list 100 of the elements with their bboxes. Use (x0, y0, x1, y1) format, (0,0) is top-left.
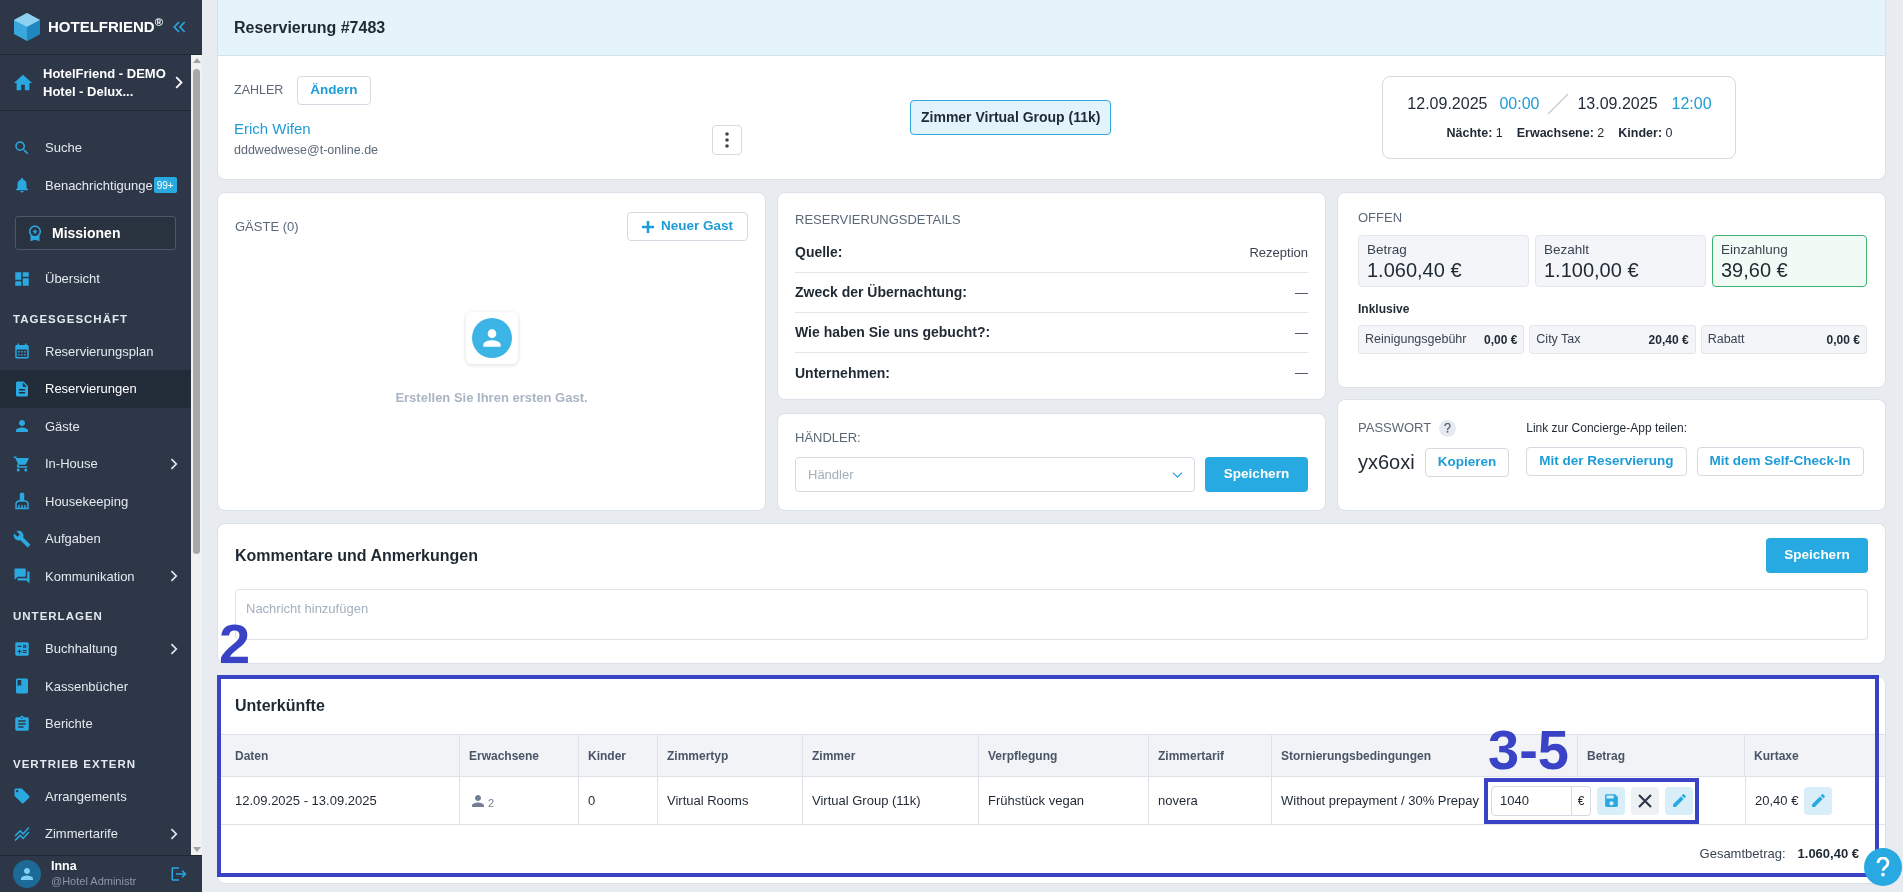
reservation-title: Reservierung #7483 (234, 17, 386, 38)
calculator-icon (13, 639, 31, 658)
notification-count: 99+ (153, 177, 177, 194)
question-mark-icon (1876, 857, 1890, 877)
amount-input[interactable]: 1040 (1491, 785, 1572, 816)
sidebar-item[interactable]: Arrangements (0, 777, 191, 815)
empty-state-text: Erstellen Sie Ihren ersten Gast. (395, 389, 588, 407)
plus-icon (641, 220, 654, 233)
password-value: yx6oxi (1358, 450, 1415, 475)
table-header-cell: Zimmertyp (658, 735, 803, 776)
sidebar-item[interactable]: Buchhaltung (0, 630, 191, 668)
section-heading: TAGESGESCHÄFT (12, 311, 129, 327)
sidebar-item[interactable]: Suche (0, 129, 191, 167)
scroll-down-icon[interactable] (192, 847, 201, 852)
sidebar-item[interactable]: Gäste (0, 407, 191, 445)
adults-count: 2 (488, 795, 495, 811)
amount-value: 39,60 € (1721, 257, 1789, 282)
dealer-label: HÄNDLER: (795, 430, 862, 446)
table-cell: Virtual Group (11k) (803, 777, 979, 824)
amount-value: 1.060,40 € (1367, 257, 1463, 282)
cancel-button[interactable] (1631, 786, 1659, 815)
sidebar-item[interactable]: Benachrichtigunge 99+ (0, 166, 191, 204)
chat-icon (13, 567, 31, 586)
chevron-right-icon (170, 570, 178, 583)
table-cell: Frühstück vegan (979, 777, 1149, 824)
sidebar-item[interactable]: In-House (0, 445, 191, 483)
table-header-cell: Erwachsene (460, 735, 579, 776)
chevron-right-icon (170, 827, 178, 840)
table-header-cell: Zimmer (803, 735, 979, 776)
help-icon[interactable] (1439, 419, 1457, 437)
bell-icon (13, 176, 31, 195)
save-button[interactable] (1597, 786, 1625, 815)
more-button[interactable] (712, 125, 742, 156)
amount-label: Betrag (1367, 240, 1408, 258)
total-value: 1.060,40 € (1797, 845, 1859, 864)
table-header-cell: Zimmertarif (1149, 735, 1272, 776)
currency-suffix: € (1572, 785, 1591, 816)
chart-icon (13, 824, 31, 843)
dashboard-icon (13, 269, 31, 288)
detail-label: Wie haben Sie uns gebucht?: (795, 323, 991, 342)
table-cell: 0 (579, 777, 658, 824)
fee-label: Reinigungsgebühr (1365, 331, 1467, 349)
detail-label: Unternehmen: (795, 363, 890, 383)
sidebar-item[interactable]: Aufgaben (0, 520, 191, 558)
guests-title: GÄSTE (0) (235, 217, 299, 236)
edit-button[interactable] (1804, 786, 1833, 815)
fee-label: City Tax (1536, 331, 1581, 349)
scrollbar[interactable] (191, 55, 202, 855)
save-icon (1602, 792, 1620, 809)
table-cell-text: Without prepayment / 30% Prepay (1280, 791, 1480, 810)
scrollbar-thumb[interactable] (193, 69, 200, 554)
table-header-cell: Verpflegung (979, 735, 1149, 776)
edit-button[interactable] (1665, 786, 1693, 815)
pencil-icon (1809, 792, 1827, 809)
amount-label: Einzahlung (1721, 240, 1789, 258)
chevron-right-icon (170, 642, 178, 655)
payer-label: ZAHLER (234, 81, 284, 99)
table-cell: novera (1149, 777, 1272, 824)
sidebar-item[interactable]: Kommunikation (0, 557, 191, 595)
search-icon (13, 138, 31, 157)
sidebar-item[interactable]: Berichte (0, 705, 191, 743)
cart-icon (13, 454, 31, 473)
book-icon (13, 677, 31, 696)
detail-label: Zweck der Übernachtung: (795, 283, 967, 302)
annotation-number: 3-5 (1488, 725, 1569, 774)
included-label: Inklusive (1358, 301, 1411, 317)
chevron-down-icon (1172, 471, 1183, 478)
stay-stat: Erwachsene: 2 (1516, 125, 1605, 143)
brand-name: HOTELFRIEND$^{®}$ (48, 15, 163, 37)
logout-icon[interactable] (170, 865, 188, 883)
scroll-up-icon[interactable] (192, 58, 201, 63)
section-heading: VERTRIEB EXTERN (12, 756, 137, 772)
missions-button[interactable]: Missionen (15, 216, 176, 250)
dealer-select[interactable]: Händler (795, 457, 1195, 492)
arrival-time: 00:00 (1499, 94, 1540, 115)
departure-time: 12:00 (1671, 94, 1712, 115)
sidebar-item[interactable]: Reservierungen (0, 370, 191, 408)
close-icon (1638, 793, 1652, 808)
sidebar-item[interactable]: Übersicht (0, 260, 191, 298)
balance-title: OFFEN (1358, 210, 1404, 226)
room-tag: Zimmer Virtual Group (11k) (910, 100, 1112, 135)
medal-icon (26, 224, 44, 242)
clipboard-icon (13, 714, 31, 733)
sidebar-item[interactable]: Reservierungsplan (0, 332, 191, 370)
help-button[interactable] (1864, 848, 1902, 886)
sidebar-item[interactable]: Housekeeping (0, 482, 191, 520)
table-header-cell: Betrag (1578, 735, 1745, 776)
more-vertical-icon (725, 132, 729, 149)
fee-value: 0,00 € (1483, 331, 1518, 349)
amount-value: 1.100,00 € (1544, 257, 1640, 282)
document-icon (13, 379, 31, 398)
share-label: Link zur Concierge-App teilen: (1526, 420, 1688, 437)
stay-stat: Nächte: 1 (1446, 125, 1503, 143)
table-header-cell: Daten (218, 735, 460, 776)
sidebar-item[interactable]: Zimmertarife (0, 815, 191, 853)
user-role: @Hotel Administr (51, 874, 137, 889)
sidebar-item[interactable]: Kassenbücher (0, 667, 191, 705)
collapse-icon[interactable] (173, 21, 186, 33)
slash-icon (1547, 93, 1570, 116)
departure-date: 13.09.2025 (1577, 94, 1658, 115)
